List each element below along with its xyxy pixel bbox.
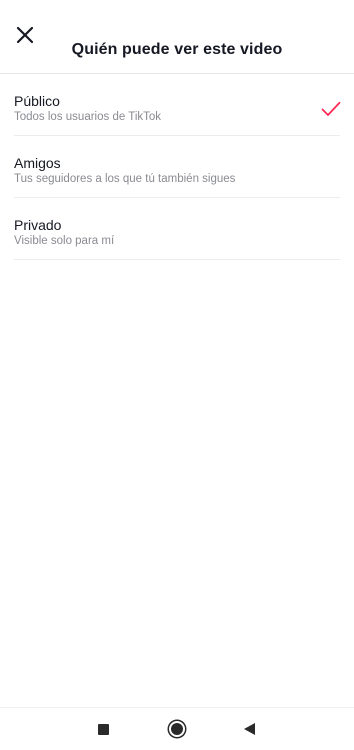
- option-label: Público: [14, 93, 60, 109]
- option-friends[interactable]: Amigos Tus seguidores a los que tú tambi…: [14, 136, 340, 198]
- home-button[interactable]: [162, 714, 192, 744]
- option-description: Tus seguidores a los que tú también sigu…: [14, 173, 236, 185]
- top-bar: Quién puede ver este video: [0, 0, 354, 74]
- checkmark-icon: [321, 101, 341, 116]
- option-label: Amigos: [14, 155, 61, 171]
- home-icon: [171, 723, 183, 735]
- option-public[interactable]: Público Todos los usuarios de TikTok: [14, 74, 341, 136]
- option-private[interactable]: Privado Visible solo para mí: [14, 198, 340, 260]
- privacy-options-list: Público Todos los usuarios de TikTok Ami…: [0, 74, 354, 260]
- option-description: Todos los usuarios de TikTok: [14, 111, 162, 123]
- option-description: Visible solo para mí: [14, 235, 115, 247]
- recent-apps-button[interactable]: [88, 714, 118, 744]
- recent-apps-icon: [97, 723, 109, 735]
- option-label: Privado: [14, 217, 62, 233]
- page-title: Quién puede ver este video: [71, 41, 283, 58]
- back-button[interactable]: [234, 714, 264, 744]
- back-icon: [243, 723, 255, 735]
- system-navigation-bar: [0, 707, 354, 750]
